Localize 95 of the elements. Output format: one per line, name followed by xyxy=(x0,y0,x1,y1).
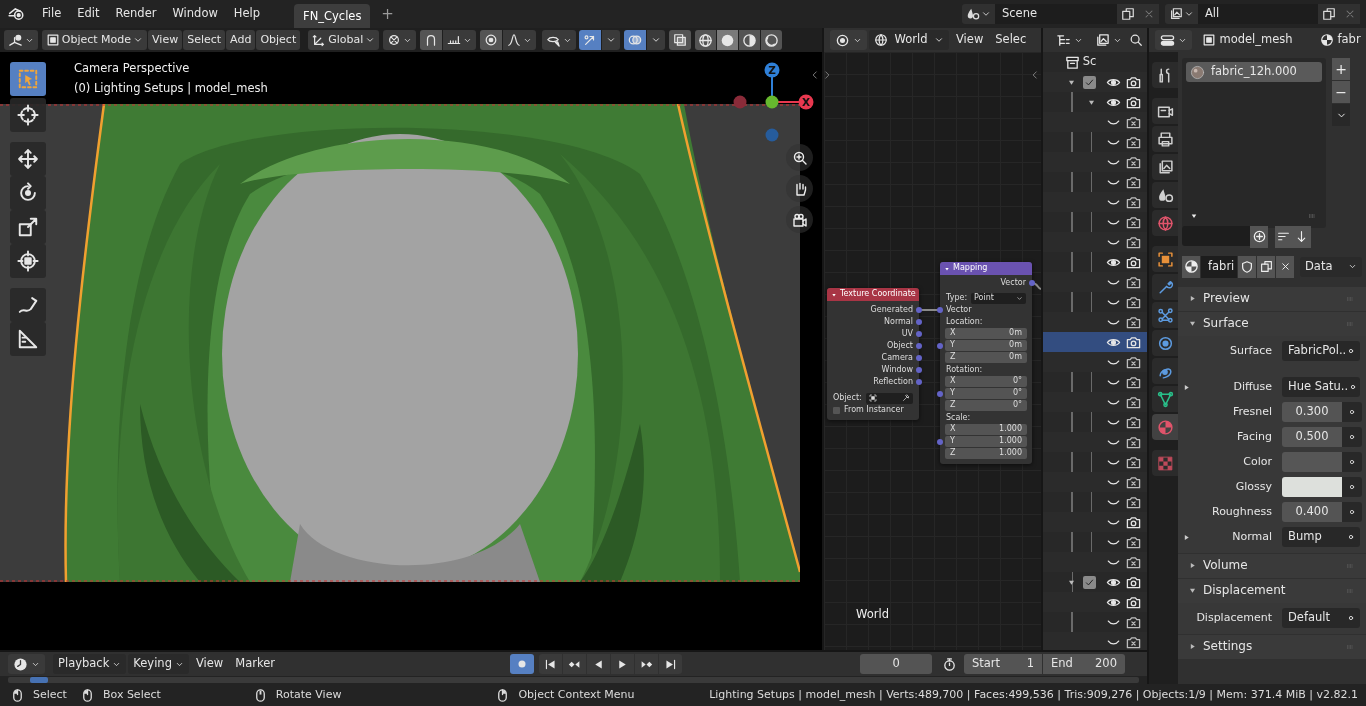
shortcut-hint: Object Context Menu xyxy=(518,688,635,702)
outliner-row[interactable]: Sc xyxy=(1043,52,1147,72)
menu-button[interactable]: Select xyxy=(183,30,226,50)
workspace-tab[interactable]: FN_Cycles xyxy=(294,4,371,28)
number-field[interactable]: Z 0m xyxy=(945,352,1027,363)
link-dropdown[interactable]: FabricPol.. xyxy=(1282,341,1360,361)
link-dropdown[interactable]: Bump xyxy=(1282,527,1360,547)
link-dropdown[interactable]: Default xyxy=(1282,608,1360,628)
panel-header[interactable]: Preview xyxy=(1178,286,1366,311)
field-label: Object: xyxy=(833,393,862,403)
socket-label: Window xyxy=(881,365,913,375)
menu-button[interactable]: Selec xyxy=(990,30,1032,50)
number-field[interactable]: X 0° xyxy=(945,376,1027,387)
link-dropdown[interactable]: Data xyxy=(1300,256,1362,277)
axis-handle[interactable]: Z xyxy=(764,62,780,78)
menu-item[interactable]: Window xyxy=(164,5,226,23)
number-field[interactable]: Y 0° xyxy=(945,388,1027,399)
orientation-dropdown[interactable]: Global xyxy=(308,30,380,50)
field-label: Glossy xyxy=(1234,480,1273,494)
number-field[interactable]: 0.300 xyxy=(1282,402,1342,422)
field-label: Roughness xyxy=(1211,505,1273,519)
field-label: Diffuse xyxy=(1232,380,1273,394)
texture-coordinate-node[interactable]: Texture Coordinate Generated Normal UV Object Camera Window Reflection Object: From Instancer xyxy=(827,288,919,420)
field-label: Surface xyxy=(1229,344,1273,358)
object-name: model_mesh xyxy=(1219,33,1294,47)
menu-button[interactable]: Object xyxy=(256,30,301,50)
menu-item[interactable]: File xyxy=(34,5,70,23)
socket-label: Vector xyxy=(1000,278,1026,288)
material-slot[interactable]: fabric_12h.000 xyxy=(1186,62,1322,82)
shortcut-hint: Rotate View xyxy=(275,688,342,702)
number-field[interactable]: X 0m xyxy=(945,328,1027,339)
socket-label: Object xyxy=(886,341,913,351)
end-frame-field[interactable]: End 200 xyxy=(1043,654,1125,674)
menu-button[interactable]: View xyxy=(190,654,229,674)
field-label: Normal xyxy=(1231,530,1273,544)
socket-label: Normal xyxy=(884,317,913,327)
scene-name-field[interactable]: Scene xyxy=(995,4,1117,24)
area-label: World xyxy=(856,608,889,622)
socket-label: Reflection xyxy=(873,377,913,387)
number-field[interactable]: 0.400 xyxy=(1282,502,1342,522)
number-field[interactable]: Z 0° xyxy=(945,400,1027,411)
view-layer-name-field[interactable]: All xyxy=(1198,4,1318,24)
panel-header[interactable]: Settings xyxy=(1178,634,1366,659)
link-dropdown[interactable]: Hue Satu.. xyxy=(1282,377,1360,397)
number-field[interactable]: X 1.000 xyxy=(945,424,1027,435)
scene-statistics: Lighting Setups | model_mesh | Verts:489,700 | Faces:499,536 | Tris:909,276 | Objects:1/9 | Mem: 371.4 MiB | v2.82.1 xyxy=(709,688,1358,702)
socket-label: Generated xyxy=(870,305,913,315)
slot-button[interactable]: + xyxy=(1332,58,1350,80)
view-name-label: Camera Perspective xyxy=(74,62,190,76)
menu-item[interactable]: Help xyxy=(225,5,269,23)
node-title: Mapping xyxy=(953,264,988,273)
menu-button[interactable]: Playback xyxy=(53,654,127,674)
group-label: Rotation: xyxy=(946,365,983,375)
number-field[interactable]: Y 0m xyxy=(945,340,1027,351)
slot-label: fabric_12h.000 xyxy=(1211,65,1297,79)
field-label: Fresnel xyxy=(1231,405,1273,419)
add-workspace-button[interactable]: + xyxy=(373,6,402,22)
group-label: Location: xyxy=(946,317,983,327)
shortcut-hint: Select xyxy=(33,688,67,702)
field-label: Color xyxy=(1242,455,1273,469)
node-title: Texture Coordinate xyxy=(840,290,916,299)
menu-item[interactable]: Edit xyxy=(69,5,108,23)
shortcut-hint: Box Select xyxy=(102,688,161,702)
menu-button[interactable]: Marker xyxy=(230,654,280,674)
slot-button[interactable]: − xyxy=(1332,81,1350,103)
socket-label: Camera xyxy=(881,353,913,363)
menu-button[interactable]: View xyxy=(148,30,183,50)
panel-header[interactable]: Displacement xyxy=(1178,578,1366,603)
world-dropdown[interactable]: World xyxy=(869,30,949,50)
menu-button[interactable]: Add xyxy=(226,30,256,50)
mode-dropdown[interactable]: Object Mode xyxy=(41,30,148,50)
material-name-field[interactable]: fabri xyxy=(1201,255,1237,278)
menu-item[interactable]: Render xyxy=(107,5,165,23)
menu-button[interactable]: View xyxy=(951,30,989,50)
field-label: Displacement xyxy=(1195,611,1273,625)
material-name: fabr xyxy=(1337,33,1361,47)
start-frame-field[interactable]: Start 1 xyxy=(964,654,1042,674)
socket-label: UV xyxy=(901,329,913,339)
field-label: Facing xyxy=(1235,430,1273,444)
panel-header[interactable]: Volume xyxy=(1178,553,1366,578)
socket-label: Vector xyxy=(946,305,972,315)
current-frame-field[interactable]: 0 xyxy=(860,654,933,674)
type-dropdown[interactable]: Point xyxy=(971,292,1026,304)
mapping-node[interactable]: Mapping Vector Type: Point Vector Location: X 0m Y 0m Z 0m Rotation: X 0° Y 0° Z 0° Scale: X 1.000 Y 1.000 Z 1.000 xyxy=(940,262,1032,464)
number-field[interactable]: Z 1.000 xyxy=(945,448,1027,459)
number-field[interactable]: Y 1.000 xyxy=(945,436,1027,447)
number-field[interactable]: 0.500 xyxy=(1282,427,1342,447)
checkbox-label: From Instancer xyxy=(844,405,904,415)
object-info-label: (0) Lighting Setups | model_mesh xyxy=(74,82,268,96)
axis-handle[interactable]: X xyxy=(798,94,814,110)
panel-header[interactable]: Surface xyxy=(1178,311,1366,336)
menu-button[interactable]: Keying xyxy=(128,654,189,674)
field-label: Type: xyxy=(946,293,968,303)
group-label: Scale: xyxy=(946,413,971,423)
row-label: Sc xyxy=(1082,55,1097,69)
